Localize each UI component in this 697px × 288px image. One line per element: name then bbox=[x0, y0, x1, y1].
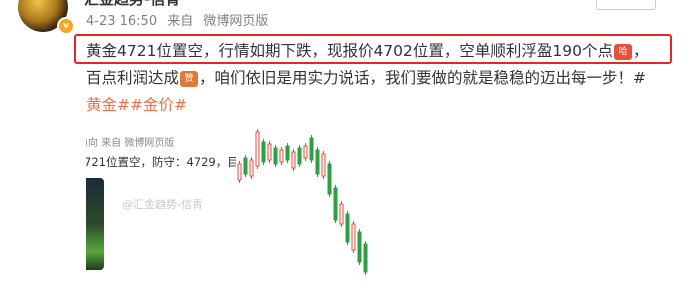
candle-body bbox=[345, 213, 350, 243]
verified-badge-icon: v bbox=[57, 17, 75, 35]
post-line-2-head: 百点利润达成 bbox=[86, 69, 180, 87]
candle-body bbox=[285, 145, 290, 161]
laugh-emoji-icon: 哈 bbox=[613, 43, 632, 60]
candle-body bbox=[297, 147, 302, 165]
post-source-prefix: 来自 bbox=[167, 14, 194, 29]
image-watermark: @汇金趋势-信青 bbox=[122, 198, 203, 211]
candle-body bbox=[351, 223, 356, 251]
hashtag-links[interactable]: 黄金##金价# bbox=[86, 96, 187, 114]
candle-body bbox=[261, 141, 266, 163]
post-line-1-tail: ， bbox=[632, 42, 649, 60]
post-line-1: 黄金4721位置空，行情如期下跌，现报价4702位置，空单顺利浮盈190个点哈， bbox=[86, 38, 686, 65]
candle-body bbox=[291, 151, 296, 169]
quoted-source-prefix: 来自 bbox=[101, 138, 122, 149]
candle-body bbox=[273, 147, 278, 165]
post-time[interactable]: 4-23 16:50 bbox=[86, 14, 157, 29]
candle-body bbox=[255, 131, 260, 167]
candle-body bbox=[309, 137, 314, 161]
post-body: 黄金4721位置空，行情如期下跌，现报价4702位置，空单顺利浮盈190个点哈，… bbox=[86, 38, 686, 119]
candle-body bbox=[303, 145, 308, 159]
post-line-1-text: 黄金4721位置空，行情如期下跌，现报价4702位置，空单顺利浮盈190个点 bbox=[86, 42, 613, 60]
quoted-text: 721位置空，防守：4729，目标 bbox=[86, 155, 236, 169]
quoted-meta-prefix: 趋向 bbox=[86, 138, 98, 149]
price-chart-image[interactable] bbox=[230, 124, 460, 284]
follow-button[interactable] bbox=[596, 0, 656, 10]
quoted-source: 微博网页版 bbox=[124, 138, 175, 149]
candle-body bbox=[357, 231, 362, 263]
candle-body bbox=[333, 187, 338, 221]
candle-body bbox=[327, 163, 332, 195]
candle-body bbox=[249, 159, 254, 177]
candle-body bbox=[339, 203, 344, 225]
post-line-2-text: ，咱们依旧是用实力说话，我们要做的就是稳稳的迈出每一步！# bbox=[199, 69, 647, 87]
post-line-2: 百点利润达成赞，咱们依旧是用实力说话，我们要做的就是稳稳的迈出每一步！# bbox=[86, 65, 686, 92]
candle-body bbox=[363, 243, 368, 273]
candle-body bbox=[315, 149, 320, 175]
candle-body bbox=[321, 153, 326, 177]
candle-body bbox=[279, 149, 284, 163]
post-meta: 4-23 16:50 来自 微博网页版 bbox=[86, 10, 274, 29]
praise-emoji-icon: 赞 bbox=[180, 70, 199, 87]
candle-body bbox=[237, 163, 242, 181]
quoted-image[interactable] bbox=[86, 178, 104, 270]
candle-body bbox=[267, 143, 272, 161]
author-name[interactable]: 汇金趋势-信青 bbox=[84, 0, 180, 9]
post-source[interactable]: 微博网页版 bbox=[203, 14, 268, 29]
candle-body bbox=[243, 157, 248, 175]
post-line-3: 黄金##金价# bbox=[86, 92, 686, 119]
candlestick-series bbox=[237, 129, 368, 275]
quoted-meta: 趋向 来自 微博网页版 bbox=[86, 134, 174, 149]
